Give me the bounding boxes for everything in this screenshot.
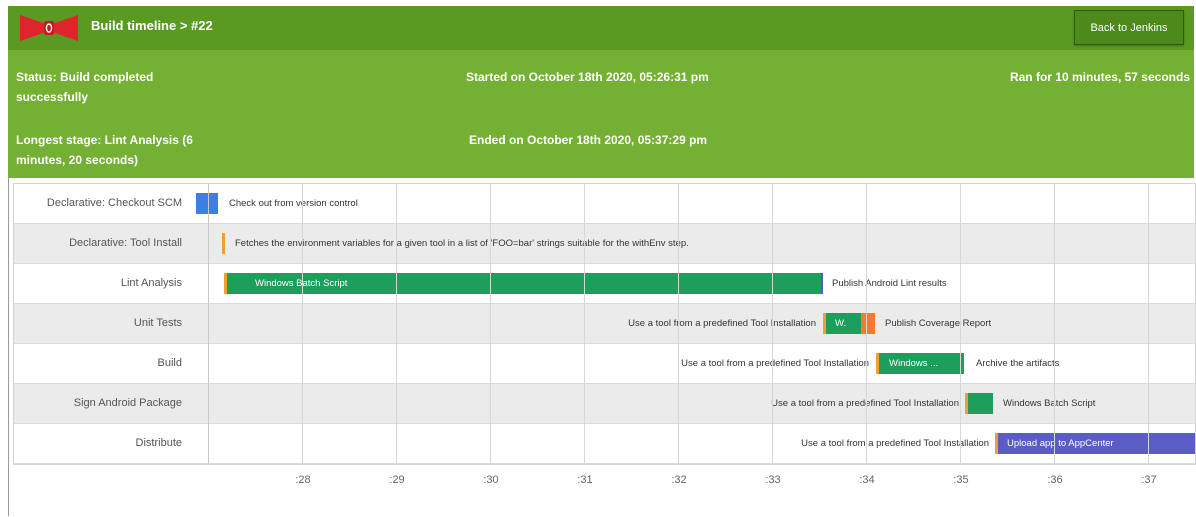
step-label-before: Use a tool from a predefined Tool Instal… — [681, 358, 869, 369]
axis-tick-label: :36 — [1047, 474, 1063, 486]
grid-line — [772, 184, 773, 464]
step-label-after: Publish Android Lint results — [832, 278, 947, 289]
stage-label: Distribute — [135, 437, 182, 449]
ended-time: Ended on October 18th 2020, 05:37:29 pm — [469, 133, 708, 147]
bow-tie-logo-icon — [20, 15, 78, 41]
stage-label: Declarative: Tool Install — [69, 237, 182, 249]
grid-line — [1054, 184, 1055, 464]
grid-line — [302, 184, 303, 464]
step-label-after: Publish Coverage Report — [885, 318, 992, 329]
grid-line — [396, 184, 397, 464]
timeline-row-build: Build Use a tool from a predefined Tool … — [14, 344, 1195, 384]
axis-tick-label: :32 — [671, 474, 687, 486]
stage-label: Declarative: Checkout SCM — [46, 197, 182, 209]
grid-line — [960, 184, 961, 464]
stage-label: Unit Tests — [133, 317, 182, 329]
timeline-row-tool-install: Declarative: Tool Install Fetches the en… — [14, 224, 1195, 264]
timeline-row-unit-tests: Unit Tests Use a tool from a predefined … — [14, 304, 1195, 344]
step-bar-build[interactable]: Windows ... — [876, 353, 964, 374]
axis-tick-label: :33 — [765, 474, 781, 486]
grid-line — [1148, 184, 1149, 464]
timeline-row-distribute: Distribute Use a tool from a predefined … — [14, 424, 1195, 464]
step-bar-sign-package[interactable] — [965, 393, 993, 414]
axis-tick-label: :37 — [1141, 474, 1157, 486]
timeline-row-lint-analysis: Lint Analysis Windows Batch Script Publi… — [14, 264, 1195, 304]
longest-stage: Longest stage: Lint Analysis (6 minutes,… — [16, 133, 193, 167]
axis-tick-label: :28 — [295, 474, 311, 486]
stage-label: Sign Android Package — [73, 397, 182, 409]
stage-label: Build — [157, 357, 182, 369]
grid-line — [208, 184, 209, 464]
timeline-row-checkout-scm: Declarative: Checkout SCM Check out from… — [14, 184, 1195, 224]
grid-line — [678, 184, 679, 464]
step-bar-lint[interactable]: Windows Batch Script — [224, 273, 823, 294]
stage-label: Lint Analysis — [120, 277, 182, 289]
step-bar-label — [968, 393, 993, 414]
step-label-after: Check out from version control — [229, 198, 358, 209]
step-bar-distribute[interactable]: Upload app to AppCenter — [995, 433, 1195, 454]
step-label-after: Archive the artifacts — [976, 358, 1060, 369]
grid-line — [584, 184, 585, 464]
axis-tick-label: :34 — [859, 474, 875, 486]
run-duration: Ran for 10 minutes, 57 seconds — [1009, 70, 1190, 84]
step-bar-label: Windows ... — [889, 358, 939, 369]
step-label-after: Fetches the environment variables for a … — [235, 238, 689, 249]
step-bar-label: W. — [835, 318, 847, 329]
grid-line — [866, 184, 867, 464]
timeline-chart: Declarative: Checkout SCM Check out from… — [13, 183, 1196, 465]
step-bar-checkout[interactable] — [196, 193, 218, 214]
axis-tick-label: :30 — [483, 474, 499, 486]
step-label-after: Windows Batch Script — [1003, 398, 1096, 409]
back-to-jenkins-button[interactable]: Back to Jenkins — [1074, 10, 1184, 45]
axis-tick-label: :29 — [389, 474, 405, 486]
step-bar-label: Windows Batch Script — [255, 278, 348, 289]
started-time: Started on October 18th 2020, 05:26:31 p… — [466, 70, 709, 84]
axis-tick-label: :31 — [577, 474, 593, 486]
step-bar-tool-install[interactable] — [222, 233, 225, 254]
timeline-row-sign-package: Sign Android Package Use a tool from a p… — [14, 384, 1195, 424]
step-bar-coverage[interactable] — [861, 313, 875, 334]
axis-tick-label: :35 — [953, 474, 969, 486]
step-bar-label: Upload app to AppCenter — [1007, 438, 1114, 449]
build-summary-panel: Status: Build completed successfully Lon… — [8, 50, 1194, 178]
breadcrumb: Build timeline > #22 — [91, 18, 213, 33]
grid-line — [490, 184, 491, 464]
top-bar: Build timeline > #22 Back to Jenkins — [8, 6, 1194, 50]
step-label-before: Use a tool from a predefined Tool Instal… — [628, 318, 816, 329]
step-bar-unit-tests[interactable]: W. — [823, 313, 861, 334]
build-status: Status: Build completed successfully — [16, 70, 154, 104]
